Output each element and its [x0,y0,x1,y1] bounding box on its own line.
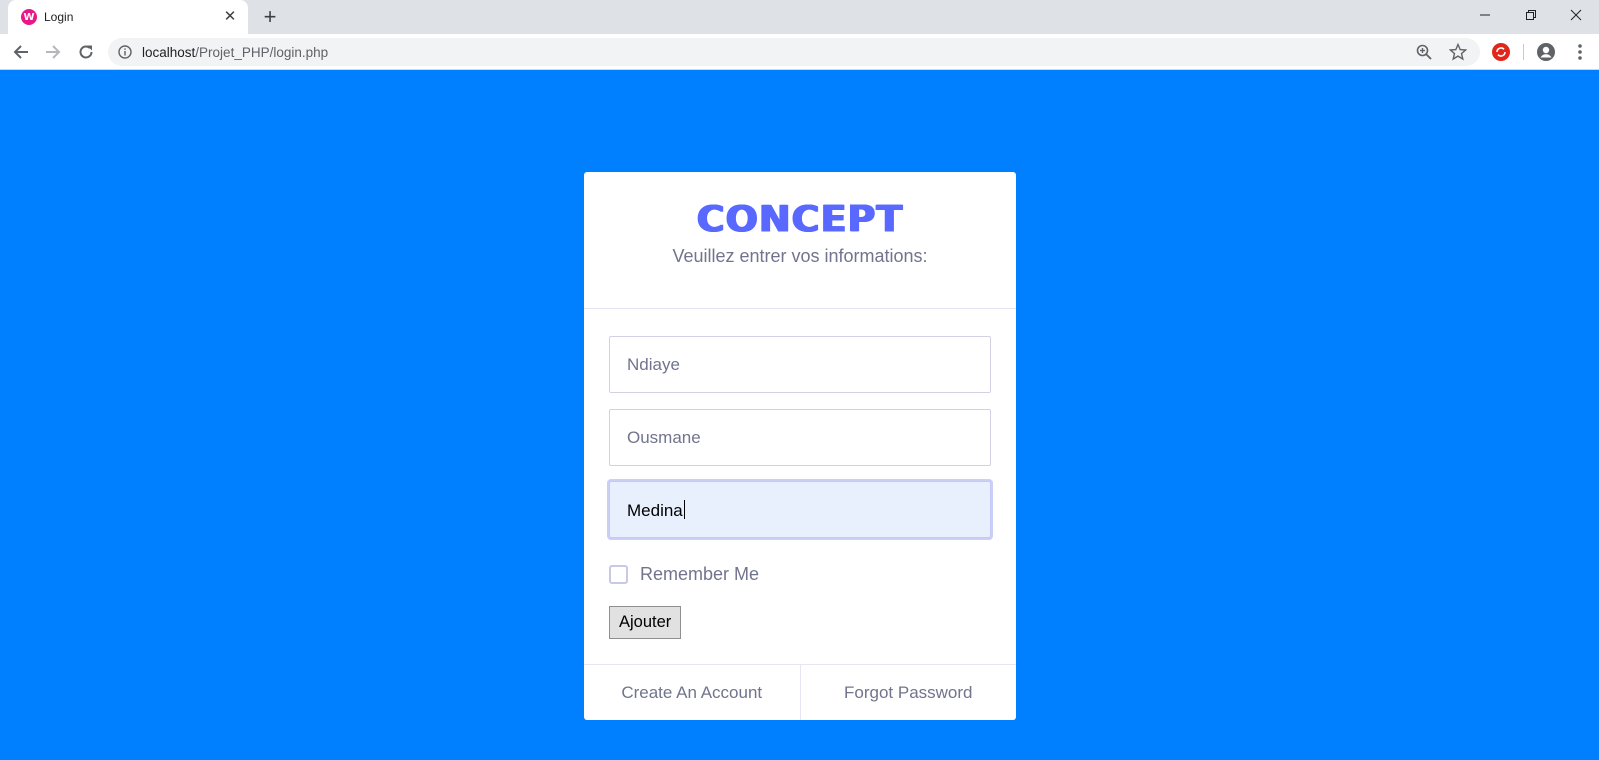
address-value-wrap: Medina [627,500,685,521]
tab-close-icon[interactable]: ✕ [222,8,238,25]
card-header: CONCEPT Veuillez entrer vos informations… [584,172,1016,309]
tab-strip: W Login ✕ + [0,0,1599,34]
toolbar-divider [1523,44,1524,60]
browser-tab[interactable]: W Login ✕ [8,0,248,34]
extension-icon[interactable] [1492,43,1510,61]
address-value: Medina [627,501,683,520]
menu-icon[interactable] [1570,42,1590,62]
first-name-value: Ousmane [627,428,701,447]
back-arrow-icon [13,45,28,59]
remember-me-checkbox[interactable] [609,564,628,584]
star-icon[interactable] [1449,43,1467,61]
browser-toolbar: localhost/Projet_PHP/login.php [0,34,1599,70]
card-footer: Create An Account Forgot Password [584,664,1016,720]
last-name-input[interactable]: Ndiaye [609,336,991,393]
window-restore-button[interactable] [1508,0,1554,30]
url-path: /Projet_PHP/login.php [195,45,329,60]
address-input[interactable]: Medina [609,481,991,538]
remember-me-row: Remember Me [609,562,759,586]
submit-button[interactable]: Ajouter [609,606,682,639]
forward-button[interactable] [39,38,67,66]
address-bar[interactable]: localhost/Projet_PHP/login.php [108,38,1480,66]
create-account-link[interactable]: Create An Account [584,665,800,720]
extension-arrows-icon [1496,47,1506,57]
forward-arrow-icon [46,45,61,59]
reload-button[interactable] [72,38,100,66]
reload-icon [79,45,93,59]
first-name-input[interactable]: Ousmane [609,409,991,466]
new-tab-button[interactable]: + [258,4,282,29]
close-icon [1570,9,1582,21]
logo: CONCEPT [696,198,904,240]
restore-icon [1526,10,1536,20]
url-text: localhost/Projet_PHP/login.php [142,45,328,60]
window-close-button[interactable] [1553,0,1599,30]
last-name-value: Ndiaye [627,355,680,374]
url-host: localhost [142,45,196,60]
forgot-password-link[interactable]: Forgot Password [799,665,1017,720]
subtitle: Veuillez entrer vos informations: [672,246,928,266]
back-button[interactable] [7,38,35,66]
tab-title: Login [44,10,74,24]
login-card: CONCEPT Veuillez entrer vos informations… [584,172,1016,720]
window-minimize-button[interactable] [1462,0,1508,30]
info-icon[interactable] [118,45,132,59]
text-caret [683,500,685,519]
profile-icon[interactable] [1536,42,1556,62]
zoom-icon[interactable] [1416,44,1432,60]
wamp-favicon-icon: W [21,9,37,25]
minimize-icon [1480,14,1490,16]
remember-me-label[interactable]: Remember Me [640,564,759,585]
